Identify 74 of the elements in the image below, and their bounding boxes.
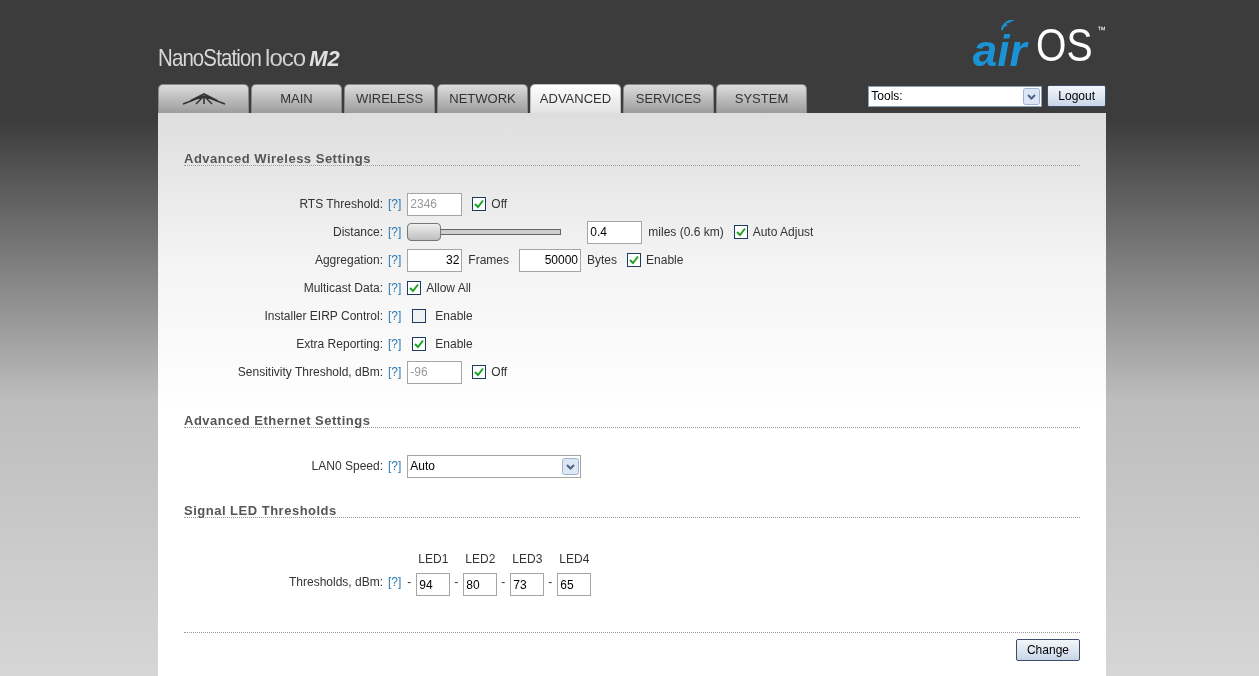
dash-separator: -	[501, 574, 506, 591]
nav-tab[interactable]: WIRELESS	[344, 84, 435, 113]
led-label: LED4	[559, 551, 590, 568]
unit-label: Bytes	[587, 252, 618, 269]
checkbox[interactable]	[627, 253, 642, 267]
checkbox-label: Allow All	[426, 280, 472, 297]
nav-tab[interactable]: ADVANCED	[530, 84, 621, 113]
nav-tab[interactable]: SYSTEM	[716, 84, 807, 113]
led-label: LED3	[512, 551, 543, 568]
section-title: Advanced Wireless Settings	[184, 151, 371, 166]
dash-separator: -	[407, 574, 412, 591]
dash-separator: -	[454, 574, 459, 591]
checkbox-label: Off	[491, 196, 508, 213]
antenna-logo-icon	[181, 93, 226, 105]
signal-arcs-icon	[998, 20, 1017, 32]
input-field[interactable]: 80	[463, 573, 498, 596]
field-label: LAN0 Speed:	[311, 458, 383, 475]
input-field[interactable]: 94	[416, 573, 451, 596]
help-link[interactable]: [?]	[388, 573, 402, 591]
checkbox[interactable]	[733, 225, 748, 239]
input-field[interactable]: 50000	[519, 248, 581, 272]
tools-dropdown[interactable]: Tools:	[868, 85, 1043, 107]
help-link[interactable]: [?]	[388, 363, 402, 381]
checkbox-label: Enable	[435, 308, 473, 325]
unit-label: miles (0.6 km)	[648, 224, 724, 241]
help-link[interactable]: [?]	[388, 195, 402, 213]
section-title: Advanced Ethernet Settings	[184, 413, 371, 428]
field-label: Sensitivity Threshold, dBm:	[237, 364, 383, 381]
nav-tab[interactable]: MAIN	[251, 84, 342, 113]
variant-name: M2	[309, 45, 340, 73]
checkbox-label: Enable	[435, 336, 473, 353]
brand-logo-os: OS	[1035, 20, 1092, 70]
help-link[interactable]: [?]	[388, 279, 402, 297]
slider-track[interactable]	[407, 223, 562, 241]
field-label: Distance:	[332, 224, 383, 241]
section-title: Signal LED Thresholds	[184, 503, 337, 518]
checkbox[interactable]	[472, 365, 487, 379]
checkbox[interactable]	[472, 197, 487, 211]
help-link[interactable]: [?]	[388, 251, 402, 269]
checkbox-label: Enable	[646, 252, 684, 269]
slider-thumb[interactable]	[407, 223, 442, 241]
brand-logo-air: air	[972, 32, 1027, 70]
input-field[interactable]: 73	[510, 573, 545, 596]
nav-tab[interactable]: SERVICES	[623, 84, 714, 113]
trademark: ™	[1097, 24, 1106, 37]
field-label: Multicast Data:	[303, 280, 383, 297]
input-field[interactable]: 65	[557, 573, 592, 596]
unit-label: Frames	[468, 252, 509, 269]
checkbox[interactable]	[407, 281, 422, 295]
input-field[interactable]: 32	[407, 248, 463, 272]
checkbox-label: Auto Adjust	[752, 224, 814, 241]
field-label: Installer EIRP Control:	[264, 308, 383, 325]
logout-button[interactable]: Logout	[1047, 85, 1106, 107]
nav-tab[interactable]: NETWORK	[437, 84, 528, 113]
checkbox[interactable]	[412, 309, 427, 323]
field-label: Extra Reporting:	[296, 336, 383, 353]
speed-dropdown[interactable]: Auto	[407, 454, 582, 478]
checkbox-label: Off	[491, 364, 508, 381]
model-name: loco	[265, 43, 306, 73]
dash-separator: -	[548, 574, 553, 591]
home-tab[interactable]	[158, 84, 249, 113]
help-link[interactable]: [?]	[388, 457, 402, 475]
help-link[interactable]: [?]	[388, 223, 402, 241]
field-label: Aggregation:	[314, 252, 383, 269]
input-field[interactable]: 0.4	[587, 220, 643, 244]
led-label: LED2	[465, 551, 496, 568]
field-label: RTS Threshold:	[299, 196, 383, 213]
change-button[interactable]: Change	[1015, 639, 1080, 661]
help-link[interactable]: [?]	[388, 335, 402, 353]
help-link[interactable]: [?]	[388, 307, 402, 325]
field-label: Thresholds, dBm:	[288, 574, 383, 591]
product-name: NanoStation	[158, 43, 261, 73]
checkbox[interactable]	[412, 337, 427, 351]
led-label: LED1	[418, 551, 449, 568]
